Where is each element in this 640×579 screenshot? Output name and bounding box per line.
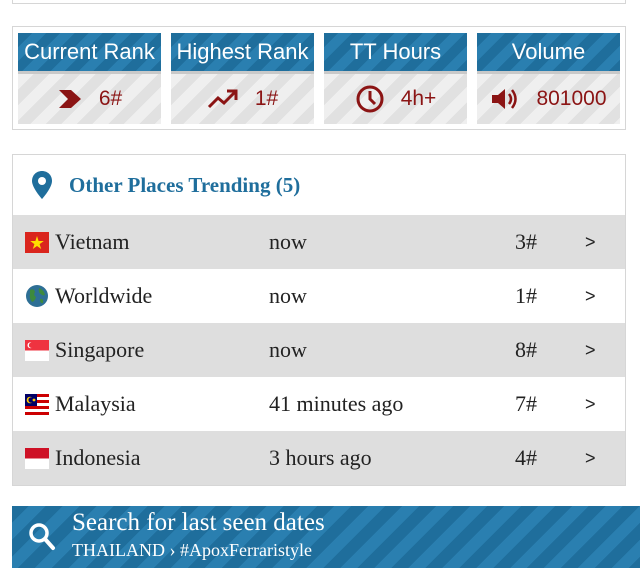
stat-value: 4h+ — [400, 87, 437, 110]
place-rank: 8# — [515, 337, 537, 362]
place-row-malaysia[interactable]: Malaysia 41 minutes ago 7# > — [13, 377, 625, 431]
place-row-vietnam[interactable]: Vietnam now 3# > — [13, 215, 625, 269]
stat-label: Highest Rank — [171, 33, 314, 74]
row-arrow[interactable]: > — [585, 448, 596, 469]
search-last-seen-button[interactable]: Search for last seen dates THAILAND › #A… — [12, 506, 640, 568]
stat-label: Current Rank — [18, 33, 161, 74]
place-row-indonesia[interactable]: Indonesia 3 hours ago 4# > — [13, 431, 625, 485]
search-icon — [29, 523, 55, 550]
row-arrow[interactable]: > — [585, 394, 596, 415]
place-rank: 4# — [515, 445, 537, 470]
search-title: Search for last seen dates — [72, 509, 325, 536]
place-time: 41 minutes ago — [269, 391, 404, 416]
stat-label: Volume — [477, 33, 620, 74]
place-time: 3 hours ago — [269, 445, 372, 470]
place-rank: 7# — [515, 391, 537, 416]
place-name: Malaysia — [55, 391, 136, 416]
place-name: Worldwide — [55, 283, 153, 308]
place-rank: 3# — [515, 229, 537, 254]
vietnam-flag-icon — [25, 232, 49, 253]
row-arrow[interactable]: > — [585, 286, 596, 307]
row-arrow[interactable]: > — [585, 340, 596, 361]
clock-icon — [356, 85, 384, 113]
places-header: Other Places Trending (5) — [13, 155, 625, 215]
place-name: Vietnam — [55, 229, 130, 254]
volume-icon — [492, 89, 518, 109]
cut-off-heading — [60, 566, 440, 579]
stats-card: Current Rank 6# Highest Rank 1# TT Hours… — [12, 26, 626, 130]
places-title: Other Places Trending (5) — [69, 172, 301, 197]
place-row-worldwide[interactable]: Worldwide now 1# > — [13, 269, 625, 323]
place-name: Indonesia — [55, 445, 141, 470]
location-pin-icon — [32, 171, 52, 199]
other-places-card: Other Places Trending (5) Vietnam now 3#… — [12, 154, 626, 486]
stat-value: 1# — [254, 87, 279, 110]
indonesia-flag-icon — [25, 448, 49, 469]
stat-value: 801000 — [536, 87, 607, 110]
search-subtitle: THAILAND › #ApoxFerraristyle — [72, 540, 312, 560]
place-time: now — [269, 337, 307, 362]
place-row-singapore[interactable]: Singapore now 8# > — [13, 323, 625, 377]
place-rank: 1# — [515, 283, 537, 308]
globe-icon — [26, 285, 48, 307]
singapore-flag-icon — [25, 340, 49, 361]
top-card-edge — [12, 0, 626, 4]
stat-tt-hours: TT Hours 4h+ — [324, 33, 467, 127]
stat-highest-rank: Highest Rank 1# — [171, 33, 314, 127]
stat-volume: Volume 801000 — [477, 33, 620, 127]
place-time: now — [269, 229, 307, 254]
malaysia-flag-icon — [25, 394, 49, 415]
trending-up-icon — [207, 89, 238, 109]
stat-label: TT Hours — [324, 33, 467, 74]
stat-current-rank: Current Rank 6# — [18, 33, 161, 127]
row-arrow[interactable]: > — [585, 232, 596, 253]
stat-value: 6# — [98, 87, 123, 110]
place-name: Singapore — [55, 337, 145, 362]
place-time: now — [269, 283, 307, 308]
chevron-right-icon — [58, 90, 81, 108]
